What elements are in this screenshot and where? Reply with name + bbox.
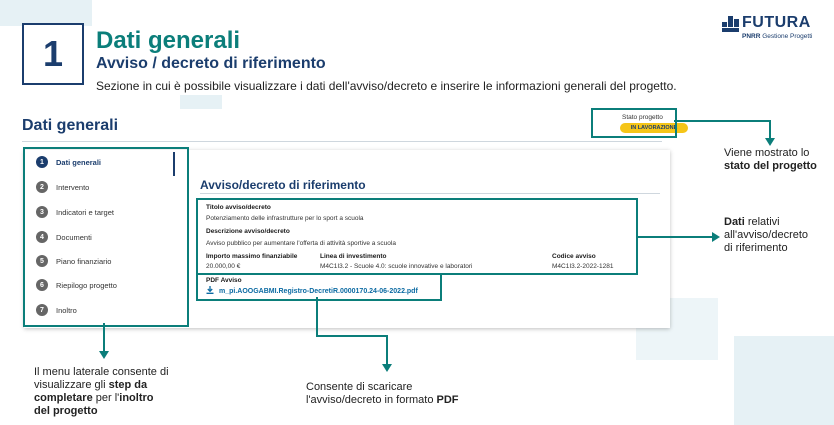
pdf-annotation: Consente di scaricare l'avviso/decreto i… <box>306 381 459 406</box>
annotation-connectors <box>99 120 775 372</box>
data-annotation: Dati relativi all'avviso/decreto di rifer… <box>724 216 809 254</box>
status-annotation: Viene mostrato lo stato del progetto <box>724 147 817 172</box>
menu-annotation: Il menu laterale consente di visualizzar… <box>34 366 169 417</box>
